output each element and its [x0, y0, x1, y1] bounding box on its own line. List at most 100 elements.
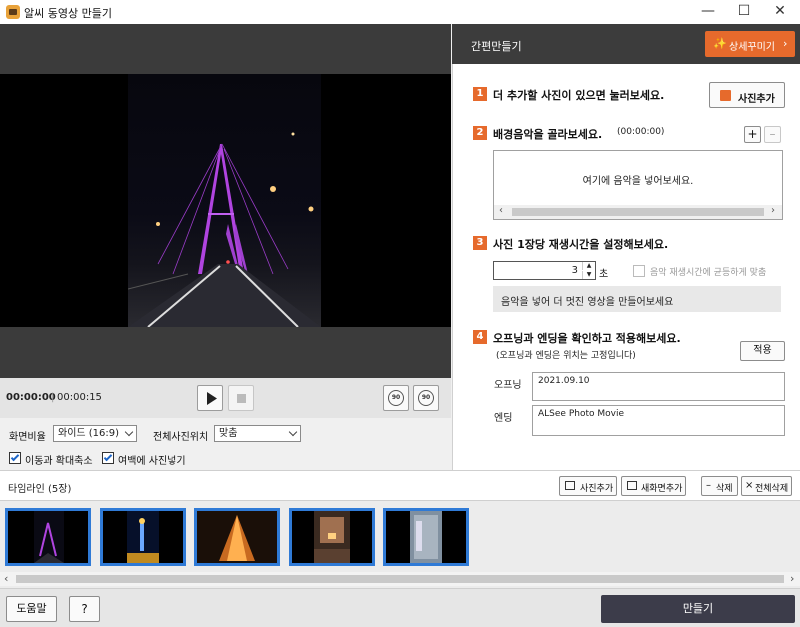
timeline-thumbnail[interactable] [5, 508, 91, 566]
make-button[interactable]: 만들기 [601, 595, 795, 623]
video-options: 화면비율 와이드 (16:9) 전체사진위치 맞춤 이동과 확대축소 여백에 사… [0, 418, 451, 470]
add-music-button[interactable]: + [744, 126, 761, 143]
timeline-add-photo-button[interactable]: 사진추가 [559, 476, 617, 496]
stop-button[interactable] [228, 385, 254, 411]
aspect-ratio-select[interactable]: 와이드 (16:9) [53, 425, 137, 442]
minus-icon: – [770, 127, 776, 141]
time-separator: | [51, 392, 54, 403]
play-icon [206, 392, 217, 405]
delete-all-button[interactable]: × 전체삭제 [741, 476, 792, 496]
window-title: 알씨 동영상 만들기 [24, 5, 112, 21]
timeline-add-photo-label: 사진추가 [580, 481, 613, 494]
ending-label: 엔딩 [494, 409, 512, 424]
rotate-right-icon: 90 [418, 390, 434, 406]
magic-wand-icon: ✨ [713, 37, 727, 50]
delete-button[interactable]: – 삭제 [701, 476, 738, 496]
help-button[interactable]: 도움말 [6, 596, 57, 622]
play-button[interactable] [197, 385, 223, 411]
step-2-number: 2 [473, 126, 487, 140]
add-photo-button[interactable]: 사진추가 [709, 82, 785, 108]
chevron-down-icon [289, 428, 297, 436]
checkmark-icon [104, 453, 112, 461]
fill-margin-checkbox[interactable] [102, 452, 114, 464]
rotate-left-button[interactable]: 90 [383, 385, 409, 411]
rotate-right-button[interactable]: 90 [413, 385, 439, 411]
rotate-left-icon: 90 [388, 390, 404, 406]
panel-title: 간편만들기 [471, 38, 522, 54]
music-tip-box: 음악을 넣어 더 멋진 영상을 만들어보세요 [493, 286, 781, 312]
step-4-note: (오프닝과 엔딩은 위치는 고정입니다) [496, 348, 636, 361]
even-duration-checkbox[interactable] [633, 265, 645, 277]
chevron-down-icon [125, 428, 133, 436]
preview-photo [128, 74, 321, 327]
add-photo-label: 사진추가 [738, 90, 775, 105]
timeline-thumbnail[interactable] [194, 508, 280, 566]
panel-header: 간편만들기 ✨ 상세꾸미기 › [452, 24, 800, 64]
app-icon [6, 5, 20, 19]
timeline-title: 타임라인 (5장) [8, 480, 71, 495]
minus-icon: – [706, 480, 711, 491]
checkmark-icon [11, 453, 19, 461]
step-4-text: 오프닝과 엔딩을 확인하고 적용해보세요. [493, 330, 681, 346]
add-photo-icon [720, 90, 731, 101]
even-duration-label: 음악 재생시간에 균등하게 맞춤 [650, 265, 766, 278]
step-3-text: 사진 1장당 재생시간을 설정해보세요. [493, 236, 668, 252]
close-icon: × [745, 480, 753, 491]
delete-label: 삭제 [716, 481, 733, 494]
step-3-number: 3 [473, 236, 487, 250]
seconds-unit: 초 [599, 265, 608, 280]
close-icon[interactable]: ✕ [762, 0, 798, 24]
scroll-thumb[interactable] [16, 575, 784, 583]
opening-value: 2021.09.10 [538, 376, 590, 386]
add-photo-icon [565, 481, 575, 490]
step-1-number: 1 [473, 87, 487, 101]
stepper-down-icon[interactable]: ▼ [582, 271, 595, 279]
pan-zoom-checkbox[interactable] [9, 452, 21, 464]
scroll-left-icon[interactable]: ‹ [4, 572, 8, 585]
scroll-right-icon[interactable]: › [790, 572, 794, 585]
new-screen-icon [627, 481, 637, 490]
delete-all-label: 전체삭제 [755, 481, 788, 494]
detail-edit-label: 상세꾸미기 [729, 38, 775, 53]
timeline-thumbnail[interactable] [289, 508, 375, 566]
question-button[interactable]: ? [69, 596, 100, 622]
opening-field[interactable]: 2021.09.10 [532, 372, 785, 401]
music-list[interactable]: 여기에 음악을 넣어보세요. ‹ › [493, 150, 783, 220]
photo-position-label: 전체사진위치 [153, 428, 208, 443]
music-list-scrollbar[interactable]: ‹ › [494, 205, 782, 219]
new-screen-button[interactable]: 새화면추가 [621, 476, 686, 496]
video-preview [0, 24, 451, 378]
maximize-icon[interactable]: ☐ [726, 0, 762, 24]
music-duration: (00:00:00) [617, 127, 664, 137]
apply-button[interactable]: 적용 [740, 341, 785, 361]
total-time: 00:00:15 [57, 392, 102, 403]
ending-value: ALSee Photo Movie [538, 409, 624, 419]
detail-edit-button[interactable]: ✨ 상세꾸미기 › [705, 31, 795, 57]
scroll-left-icon[interactable]: ‹ [499, 205, 503, 216]
title-bar: 알씨 동영상 만들기 — ☐ ✕ [0, 0, 800, 24]
plus-icon: + [747, 127, 757, 141]
duration-stepper[interactable]: 3 ▲ ▼ [493, 261, 596, 280]
remove-music-button[interactable]: – [764, 126, 781, 143]
opening-label: 오프닝 [494, 376, 522, 391]
ending-field[interactable]: ALSee Photo Movie [532, 405, 785, 436]
stop-icon [237, 394, 246, 403]
new-screen-label: 새화면추가 [641, 481, 682, 494]
scroll-right-icon[interactable]: › [771, 205, 775, 216]
aspect-ratio-value: 와이드 (16:9) [58, 428, 119, 439]
stepper-up-icon[interactable]: ▲ [582, 262, 595, 270]
current-time: 00:00:00 [6, 392, 56, 403]
timeline-scrollbar[interactable]: ‹ › [0, 572, 800, 586]
duration-value: 3 [494, 265, 578, 276]
timeline-thumbnail[interactable] [383, 508, 469, 566]
aspect-ratio-label: 화면비율 [9, 428, 46, 443]
scroll-thumb[interactable] [512, 208, 764, 216]
pan-zoom-label: 이동과 확대축소 [25, 452, 93, 467]
minimize-icon[interactable]: — [690, 0, 726, 24]
photo-position-select[interactable]: 맞춤 [214, 425, 301, 442]
step-4-number: 4 [473, 330, 487, 344]
step-1-text: 더 추가할 사진이 있으면 눌러보세요. [493, 87, 664, 103]
timeline-thumbnail[interactable] [100, 508, 186, 566]
timeline-header: 타임라인 (5장) 사진추가 새화면추가 – 삭제 × 전체삭제 [0, 470, 800, 501]
chevron-right-icon: › [783, 37, 787, 50]
